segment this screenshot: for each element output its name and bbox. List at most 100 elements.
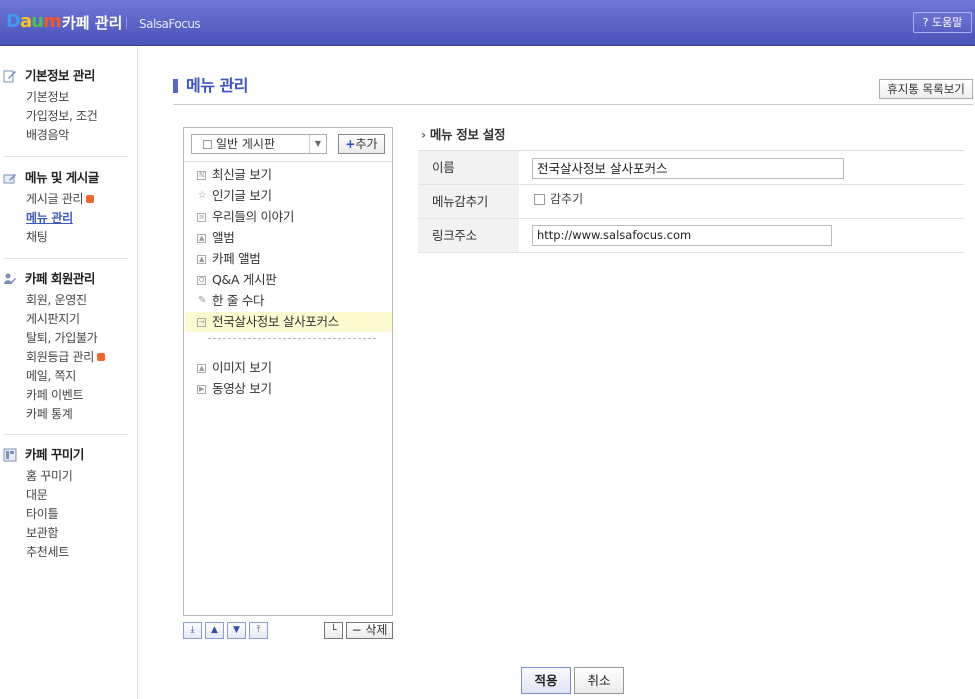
sidebar: 기본정보 관리 기본정보 가입정보, 조건 배경음악 메뉴 및 게시글 게시글 … xyxy=(0,47,138,699)
board-icon: ≡ xyxy=(197,213,206,222)
sidebar-item-cafe-event[interactable]: 카페 이벤트 xyxy=(0,386,128,405)
sidebar-section-title[interactable]: 카페 꾸미기 xyxy=(0,446,128,464)
minus-icon: − xyxy=(351,623,366,637)
new-post-icon: N xyxy=(197,171,206,180)
sidebar-section-title[interactable]: 기본정보 관리 xyxy=(0,67,128,85)
sidebar-section-title[interactable]: 메뉴 및 게시글 xyxy=(0,169,128,187)
sidebar-section-menu-posts: 메뉴 및 게시글 게시글 관리 메뉴 관리 채팅 xyxy=(0,169,128,247)
layout-icon xyxy=(3,448,17,462)
album-icon: ▲ xyxy=(197,234,206,243)
sidebar-section-basic-info: 기본정보 관리 기본정보 가입정보, 조건 배경음악 xyxy=(0,67,128,145)
sidebar-item-recommended-set[interactable]: 추천세트 xyxy=(0,543,128,562)
logo-letter-a: a xyxy=(19,11,32,32)
logo-letter-d: D xyxy=(6,11,21,32)
move-top-icon[interactable]: ⤒ xyxy=(249,622,268,639)
album-icon: ▲ xyxy=(197,255,206,264)
folder-edit-icon xyxy=(3,174,16,184)
tree-item-latest[interactable]: N 최신글 보기 xyxy=(185,165,392,185)
tree-item-video-view[interactable]: ▶ 동영상 보기 xyxy=(185,379,392,399)
sidebar-section-members: 카페 회원관리 회원, 운영진 게시판지기 탈퇴, 가입불가 회원등급 관리 메… xyxy=(0,270,128,424)
move-down-icon[interactable]: ▼ xyxy=(227,622,246,639)
sidebar-item-bgm[interactable]: 배경음악 xyxy=(0,126,128,145)
tree-item-image-view[interactable]: ▲ 이미지 보기 xyxy=(185,358,392,378)
order-buttons: ⤓ ▲ ▼ ⤒ xyxy=(183,622,271,639)
sidebar-item-withdraw-ban[interactable]: 탈퇴, 가입불가 xyxy=(0,329,128,348)
sidebar-section-decorate: 카페 꾸미기 홈 꾸미기 대문 타이틀 보관함 추천세트 xyxy=(0,446,128,562)
apply-button[interactable]: 적용 xyxy=(521,667,571,694)
title-accent-bar xyxy=(173,79,178,93)
tree-item-album[interactable]: ▲ 앨범 xyxy=(185,228,392,248)
sidebar-divider xyxy=(4,258,128,259)
plus-icon: + xyxy=(345,137,356,151)
cafe-name-link[interactable]: SalsaFocus xyxy=(139,16,201,32)
move-bottom-icon[interactable]: ⤓ xyxy=(183,622,202,639)
sidebar-divider xyxy=(4,434,128,435)
chevron-right-icon: › xyxy=(421,127,426,142)
daum-logo[interactable]: D a u m xyxy=(6,11,62,32)
hide-checkbox[interactable] xyxy=(534,194,545,205)
sidebar-item-chat[interactable]: 채팅 xyxy=(0,228,128,247)
star-icon: ☆ xyxy=(197,190,207,201)
sidebar-item-basic-info[interactable]: 기본정보 xyxy=(0,88,128,107)
sidebar-item-title[interactable]: 타이틀 xyxy=(0,505,128,524)
sidebar-item-post-manage[interactable]: 게시글 관리 xyxy=(0,190,128,209)
tree-item-one-line-chat[interactable]: ✎ 한 줄 수다 xyxy=(185,291,392,311)
sidebar-item-cafe-stats[interactable]: 카페 통계 xyxy=(0,405,128,424)
move-up-icon[interactable]: ▲ xyxy=(205,622,224,639)
menu-info-table: 이름 전국살사정보 살사포커스 메뉴감추기 감추기 링크주소 http://ww… xyxy=(418,150,964,253)
hide-checkbox-label[interactable]: 감추기 xyxy=(550,191,583,207)
pencil-icon: ✎ xyxy=(197,295,207,306)
qna-icon: Q xyxy=(197,276,206,285)
sidebar-item-member-grade[interactable]: 회원등급 관리 xyxy=(0,348,128,367)
header-divider xyxy=(126,17,127,29)
link-label: 링크주소 xyxy=(418,219,519,252)
menu-name-input[interactable]: 전국살사정보 살사포커스 xyxy=(532,158,844,179)
tree-item-salsafocus-link[interactable]: → 전국살사정보 살사포커스 xyxy=(185,312,392,332)
sidebar-item-join-info[interactable]: 가입정보, 조건 xyxy=(0,107,128,126)
sidebar-item-mail-message[interactable]: 메일, 쪽지 xyxy=(0,367,128,386)
tree-item-cafe-album[interactable]: ▲ 카페 앨범 xyxy=(185,249,392,269)
link-url-input[interactable]: http://www.salsafocus.com xyxy=(532,225,832,246)
sidebar-section-title[interactable]: 카페 회원관리 xyxy=(0,270,128,288)
help-button[interactable]: ? 도움말 xyxy=(913,12,972,33)
sidebar-item-menu-manage[interactable]: 메뉴 관리 xyxy=(0,209,128,228)
image-icon: ▲ xyxy=(197,364,206,373)
sidebar-item-members-staff[interactable]: 회원, 운영진 xyxy=(0,291,128,310)
sidebar-item-front-page[interactable]: 대문 xyxy=(0,486,128,505)
info-row-name: 이름 전국살사정보 살사포커스 xyxy=(418,151,964,185)
tree-item-qna[interactable]: Q Q&A 게시판 xyxy=(185,270,392,290)
link-icon: → xyxy=(197,318,206,327)
trash-list-button[interactable]: 휴지통 목록보기 xyxy=(879,79,973,99)
tree-separator xyxy=(208,338,376,339)
edit-icon xyxy=(3,70,16,83)
page-app-title[interactable]: 카페 관리 xyxy=(62,13,122,33)
menu-tree-panel: 일반 게시판 ▼ +추가 N 최신글 보기 ☆ 인기글 보기 ≡ 우리들의 이야기 ▲… xyxy=(183,127,393,616)
new-badge-icon xyxy=(86,194,95,203)
sidebar-item-home-decorate[interactable]: 홈 꾸미기 xyxy=(0,467,128,486)
logo-letter-m: m xyxy=(42,11,62,32)
delete-menu-button[interactable]: − 삭제 xyxy=(346,622,393,639)
sidebar-item-board-keepers[interactable]: 게시판지기 xyxy=(0,310,128,329)
top-bar: D a u m 카페 관리 SalsaFocus ? 도움말 xyxy=(0,0,975,46)
video-icon: ▶ xyxy=(197,385,206,394)
sidebar-divider xyxy=(4,156,128,157)
info-row-link: 링크주소 http://www.salsafocus.com xyxy=(418,219,964,253)
cancel-button[interactable]: 취소 xyxy=(574,667,624,694)
indent-icon[interactable]: └ xyxy=(324,622,343,639)
members-icon xyxy=(4,273,16,284)
hide-label: 메뉴감추기 xyxy=(418,185,519,218)
add-menu-button[interactable]: +추가 xyxy=(338,134,385,154)
name-label: 이름 xyxy=(418,151,519,184)
tree-item-popular[interactable]: ☆ 인기글 보기 xyxy=(185,186,392,206)
info-row-hide: 메뉴감추기 감추기 xyxy=(418,185,964,219)
board-type-select[interactable]: 일반 게시판 ▼ xyxy=(191,134,327,154)
title-divider xyxy=(173,104,973,105)
page-title: 메뉴 관리 xyxy=(186,76,248,95)
tree-header-divider xyxy=(184,161,392,162)
menu-info-heading: › 메뉴 정보 설정 xyxy=(421,127,506,142)
board-type-icon xyxy=(203,140,212,149)
sidebar-item-storage[interactable]: 보관함 xyxy=(0,524,128,543)
tree-item-our-story[interactable]: ≡ 우리들의 이야기 xyxy=(185,207,392,227)
logo-letter-u: u xyxy=(31,11,44,32)
chevron-down-icon[interactable]: ▼ xyxy=(309,135,326,153)
